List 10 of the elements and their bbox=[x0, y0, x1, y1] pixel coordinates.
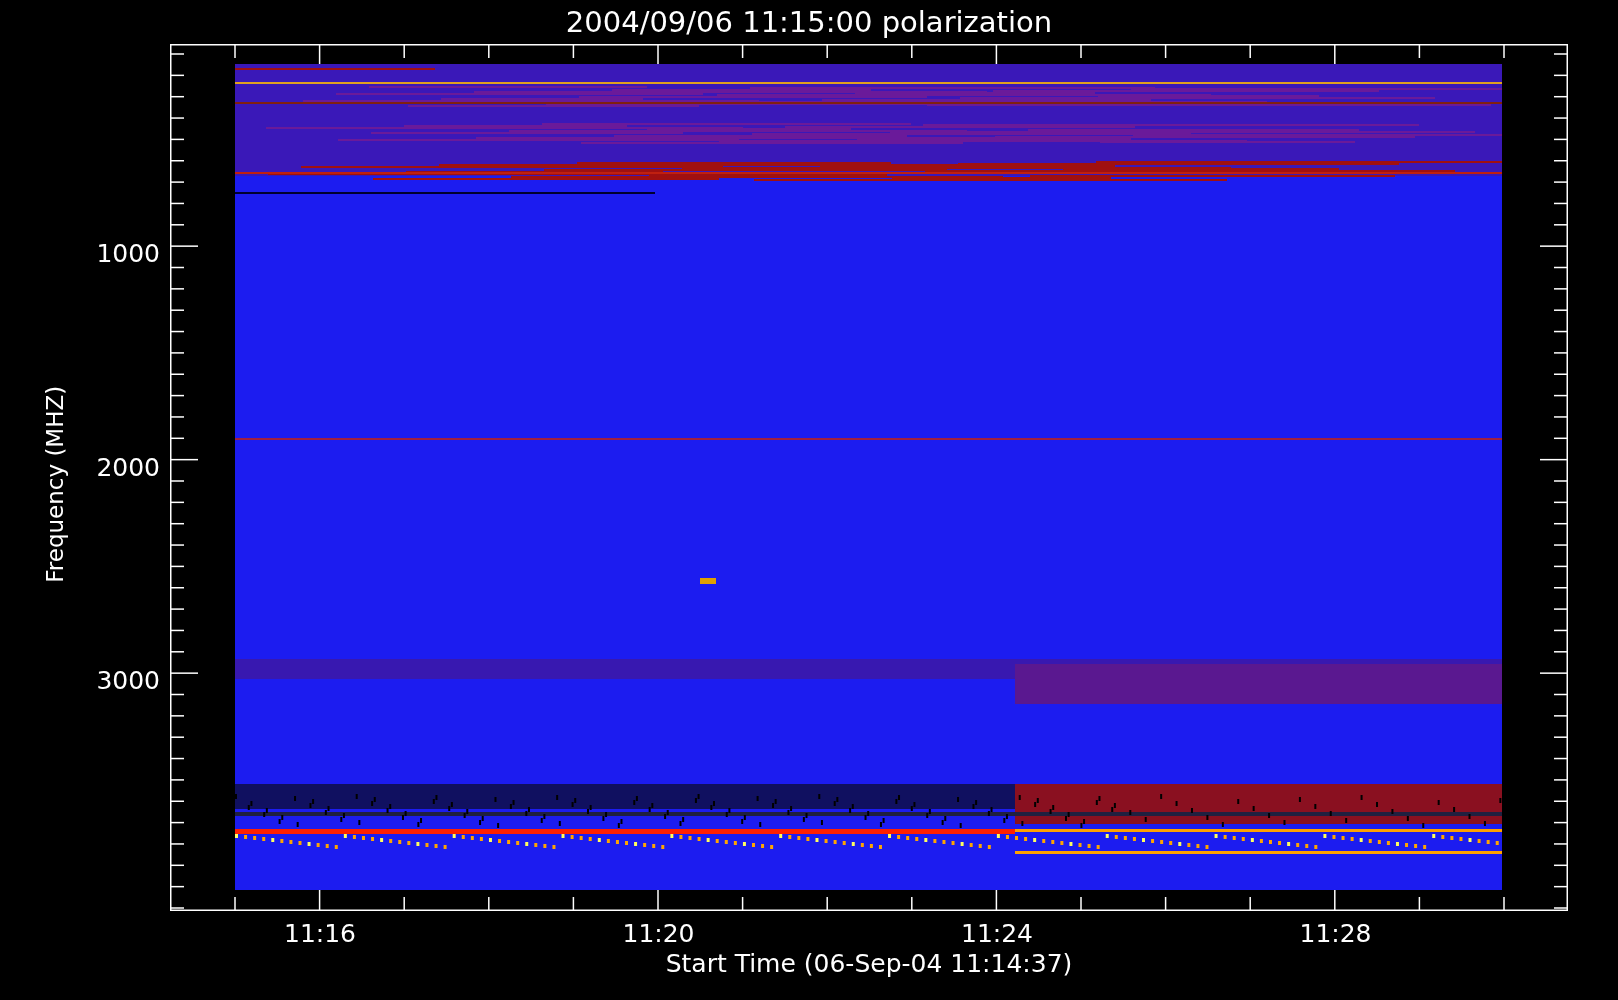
x-axis-label: Start Time (06-Sep-04 11:14:37) bbox=[665, 951, 1073, 976]
y-tick-label: 3000 bbox=[96, 668, 160, 693]
y-tick-label: 2000 bbox=[96, 454, 160, 480]
x-tick-label: 11:16 bbox=[284, 921, 356, 946]
x-tick-label: 11:24 bbox=[961, 921, 1033, 946]
x-tick-label: 11:28 bbox=[1299, 921, 1372, 946]
y-tick-label: 1000 bbox=[96, 241, 160, 266]
x-tick-label: 11:20 bbox=[622, 921, 695, 946]
plot-title: 2004/09/06 11:15:00 polarization bbox=[565, 7, 1053, 37]
y-axis-label: Frequency (MHZ) bbox=[40, 385, 69, 583]
